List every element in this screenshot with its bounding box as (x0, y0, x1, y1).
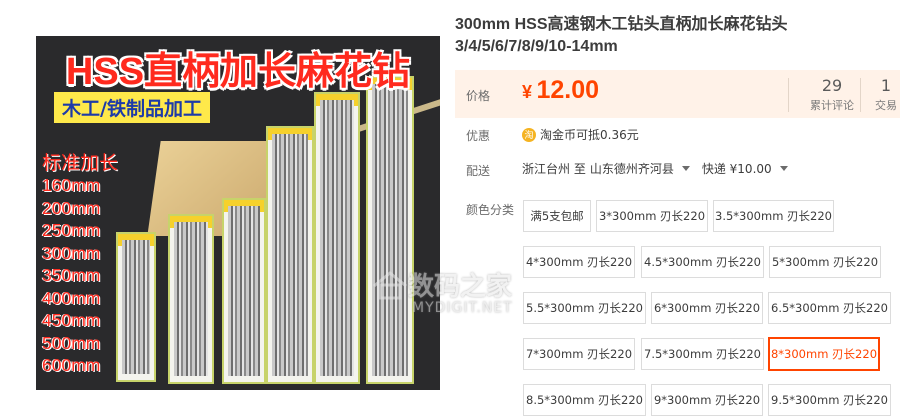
image-size-item: 300mm (42, 242, 101, 263)
image-subtitle: 木工/铁制品加工 (54, 92, 210, 123)
drill-package (116, 232, 156, 382)
chevron-down-icon[interactable] (681, 166, 690, 171)
delivery-method-select[interactable]: 快递 ¥10.00 (702, 160, 772, 177)
sku-option[interactable]: 3*300mm 刃长220 (596, 200, 708, 232)
price-value: 12.00 (536, 76, 600, 104)
promo: 淘 淘金币可抵0.36元 (522, 126, 639, 143)
sku-option[interactable]: 6.5*300mm 刃长220 (768, 292, 891, 324)
reviews-stat[interactable]: 29 累计评论 (800, 76, 864, 113)
image-title: HSS直柄加长麻花钻 (65, 51, 411, 93)
sku-option[interactable]: 7*300mm 刃长220 (523, 338, 635, 370)
image-size-item: 400mm (42, 287, 101, 308)
image-size-list: 160mm 200mm 250mm 300mm 350mm 400mm 450m… (42, 174, 100, 377)
sku-label: 颜色分类 (466, 203, 515, 217)
sku-option[interactable]: 4.5*300mm 刃长220 (641, 246, 764, 278)
price-label: 价格 (466, 89, 491, 103)
sku-option[interactable]: 满5支包邮 (523, 200, 591, 232)
delivery: 浙江台州 至 山东德州齐河县 快递 ¥10.00 (522, 160, 800, 177)
sku-option[interactable]: 7.5*300mm 刃长220 (641, 338, 764, 370)
watermark-text: 数码之家 (408, 272, 513, 302)
sku-option[interactable]: 9*300mm 刃长220 (651, 384, 763, 416)
watermark: 数码之家 MYDIGIT.NET (372, 266, 513, 316)
sku-option[interactable]: 5*300mm 刃长220 (769, 246, 881, 278)
delivery-label: 配送 (466, 164, 491, 178)
promo-text: 淘金币可抵0.36元 (540, 128, 639, 142)
sku-option[interactable]: 6*300mm 刃长220 (651, 292, 763, 324)
image-size-item: 350mm (42, 265, 101, 285)
product-title: 300mm HSS高速钢木工钻头直柄加长麻花钻头3/4/5/6/7/8/9/10… (455, 16, 788, 55)
sku-option[interactable]: 9.5*300mm 刃长220 (768, 384, 891, 416)
image-size-item: 160mm (42, 175, 101, 195)
trades-count: 1 (880, 76, 892, 95)
chevron-down-icon[interactable] (779, 166, 788, 171)
price: ¥ 12.00 (522, 76, 599, 105)
trades-stat[interactable]: 1 交易 (872, 76, 900, 113)
sku-option[interactable]: 4*300mm 刃长220 (523, 246, 635, 278)
drill-package (366, 76, 414, 384)
image-sizes-title: 标准加长 (42, 152, 119, 174)
price-currency: ¥ (522, 82, 533, 102)
image-size-item: 600mm (42, 355, 101, 375)
drill-package (222, 198, 266, 384)
image-size-item: 450mm (42, 310, 101, 330)
sku-option[interactable]: 8.5*300mm 刃长220 (523, 384, 646, 416)
trades-label: 交易 (875, 99, 897, 112)
stat-divider (788, 78, 789, 112)
image-size-item: 200mm (42, 197, 101, 218)
sku-option[interactable]: 5.5*300mm 刃长220 (523, 292, 646, 324)
reviews-label: 累计评论 (810, 99, 854, 112)
promo-label: 优惠 (466, 129, 491, 143)
taojinbi-coin-icon: 淘 (522, 127, 536, 142)
stat-divider (860, 78, 861, 112)
drill-package (314, 92, 360, 384)
sku-option-selected[interactable]: 8*300mm 刃长220 (768, 337, 880, 371)
watermark-house-icon (373, 270, 407, 299)
drill-package (266, 126, 314, 384)
product-image[interactable]: HSS直柄加长麻花钻 木工/铁制品加工 标准加长 160mm 200mm 250… (36, 36, 440, 390)
image-size-item: 500mm (42, 332, 101, 353)
delivery-destination-select[interactable]: 山东德州齐河县 (590, 160, 674, 177)
reviews-count: 29 (821, 76, 843, 95)
sku-option[interactable]: 3.5*300mm 刃长220 (713, 200, 834, 232)
image-size-item: 250mm (42, 220, 101, 240)
delivery-from: 浙江台州 至 (522, 162, 586, 176)
watermark-sub: MYDIGIT.NET (412, 300, 513, 316)
drill-package (168, 214, 214, 384)
